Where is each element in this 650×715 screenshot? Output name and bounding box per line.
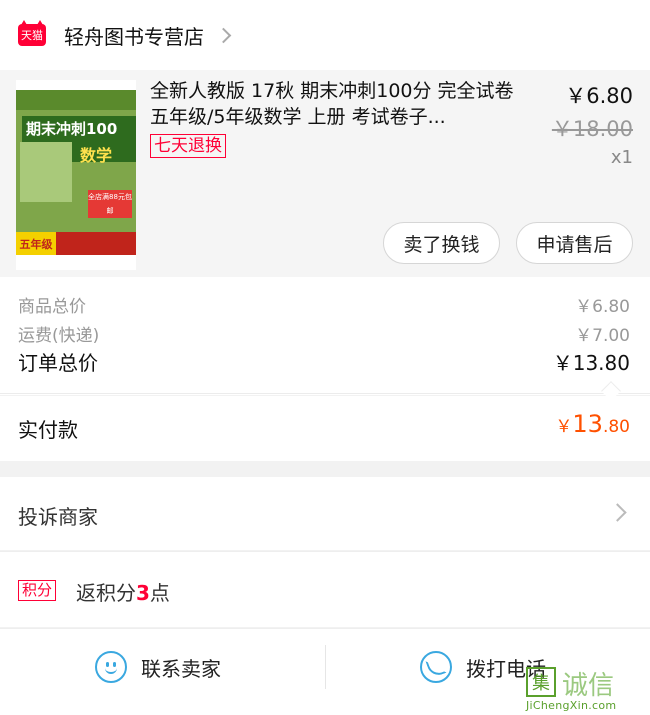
complain-merchant-row[interactable]: 投诉商家 [0,477,650,550]
payment-currency: ￥ [555,417,573,437]
shipping-row: 运费(快递) ￥7.00 [18,321,630,346]
order-total-value: ￥13.80 [552,351,630,375]
actual-payment-value: ￥13.80 [555,410,630,438]
tmall-badge-text: 天猫 [21,29,43,42]
original-price: ￥18.00 [551,117,633,141]
cover-top-band [16,90,136,110]
product-quantity: x1 [610,147,633,168]
chevron-right-icon [215,27,232,43]
goods-total-label: 商品总价 [18,297,86,317]
payment-integer: 13 [572,410,603,438]
product-thumbnail[interactable]: 期末冲刺100分 数学 全店满88元包邮 五年级 [16,80,136,270]
phone-icon [420,651,452,683]
cover-subject: 数学 [80,146,113,165]
points-prefix: 返积分 [76,581,136,605]
phone-handset [425,655,447,679]
divider [0,393,650,394]
bottom-action-bar: 联系卖家 拨打电话 集 诚信 JiChengXin.com [0,628,650,715]
shipping-label: 运费(快递) [18,326,100,346]
product-price: ￥6.80 [565,84,633,108]
points-text: 返积分3点 [76,577,170,606]
watermark-url: JiChengXin.com [526,699,617,712]
tmall-logo-icon: 天猫 [18,20,46,46]
order-totals: 商品总价 ￥6.80 运费(快递) ￥7.00 订单总价 ￥13.80 [0,277,650,401]
watermark: 集 诚信 JiChengXin.com [526,665,644,713]
product-title[interactable]: 全新人教版 17秋 期末冲刺100分 完全试卷 五年级/5年级数学 上册 考试卷… [150,78,525,130]
store-header[interactable]: 天猫 轻舟图书专营店 [0,0,650,70]
smile-mouth [105,666,117,674]
payment-decimal: .80 [602,417,630,437]
order-total-row: 订单总价 ￥13.80 [18,347,630,376]
points-value: 3 [136,581,150,605]
cover-promo: 全店满88元包邮 [88,190,132,218]
points-row: 积分 返积分3点 [0,551,650,627]
chat-smile-icon [95,651,127,683]
contact-seller-label: 联系卖家 [141,656,221,681]
points-badge: 积分 [18,580,57,601]
contact-seller-button[interactable]: 联系卖家 [95,651,221,683]
book-cover: 期末冲刺100分 数学 全店满88元包邮 五年级 [16,90,136,255]
goods-total-row: 商品总价 ￥6.80 [18,292,630,317]
cover-panel [20,142,72,202]
points-suffix: 点 [149,581,170,605]
watermark-text: 诚信 [562,671,615,701]
actual-payment-row: 实付款 ￥13.80 [0,396,650,461]
return-policy-tag: 七天退换 [150,134,226,158]
actual-payment-label: 实付款 [18,418,78,442]
sell-for-cash-button[interactable]: 卖了换钱 [383,222,500,264]
bar-divider [325,645,326,689]
after-sale-button[interactable]: 申请售后 [516,222,633,264]
shipping-value: ￥7.00 [575,326,630,346]
order-total-label: 订单总价 [18,351,98,375]
complain-merchant-label: 投诉商家 [18,505,98,529]
watermark-logo-icon: 集 [526,667,556,697]
product-item[interactable]: 期末冲刺100分 数学 全店满88元包邮 五年级 全新人教版 17秋 期末冲刺1… [0,70,650,277]
cover-grade: 五年级 [16,232,56,255]
goods-total-value: ￥6.80 [575,297,630,317]
chevron-right-icon [608,503,627,522]
store-name[interactable]: 轻舟图书专营店 [64,21,204,50]
